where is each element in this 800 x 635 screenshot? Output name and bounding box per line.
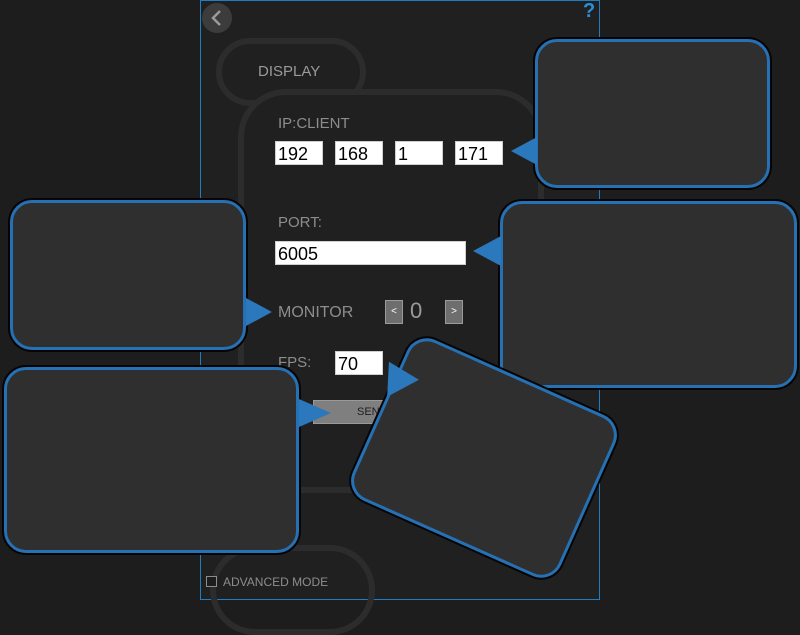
monitor-value: 0 [410, 298, 423, 323]
monitor-increment-button[interactable]: > [445, 300, 463, 324]
ip-octet-3-field[interactable]: 1 [395, 141, 443, 165]
help-icon[interactable]: ? [583, 0, 595, 23]
callout-monitor-pointer [246, 298, 272, 326]
ip-label: IP:CLIENT [278, 115, 350, 132]
callout-send-tooltip [4, 367, 299, 553]
back-button[interactable] [202, 3, 232, 33]
callout-ip-tooltip [535, 39, 770, 188]
ip-octet-1-field[interactable]: 192 [275, 141, 323, 165]
port-label: PORT: [278, 214, 322, 231]
callout-monitor-tooltip [10, 200, 246, 350]
callout-send-pointer [299, 399, 331, 427]
advanced-mode-label: ADVANCED MODE [223, 575, 329, 589]
callout-port-pointer [473, 236, 501, 266]
bottom-section-pill[interactable] [210, 545, 375, 635]
advanced-mode-checkbox[interactable] [206, 576, 217, 587]
display-tab-label: DISPLAY [258, 63, 321, 80]
callout-port-tooltip [500, 201, 797, 388]
chevron-left-icon [211, 10, 221, 26]
monitor-decrement-button[interactable]: < [385, 300, 403, 324]
callout-ip-pointer [511, 137, 537, 165]
ip-octet-2-field[interactable]: 168 [335, 141, 383, 165]
ip-octet-4-field[interactable]: 171 [455, 141, 503, 165]
port-field[interactable]: 6005 [275, 241, 466, 265]
monitor-label: MONITOR [278, 304, 354, 321]
